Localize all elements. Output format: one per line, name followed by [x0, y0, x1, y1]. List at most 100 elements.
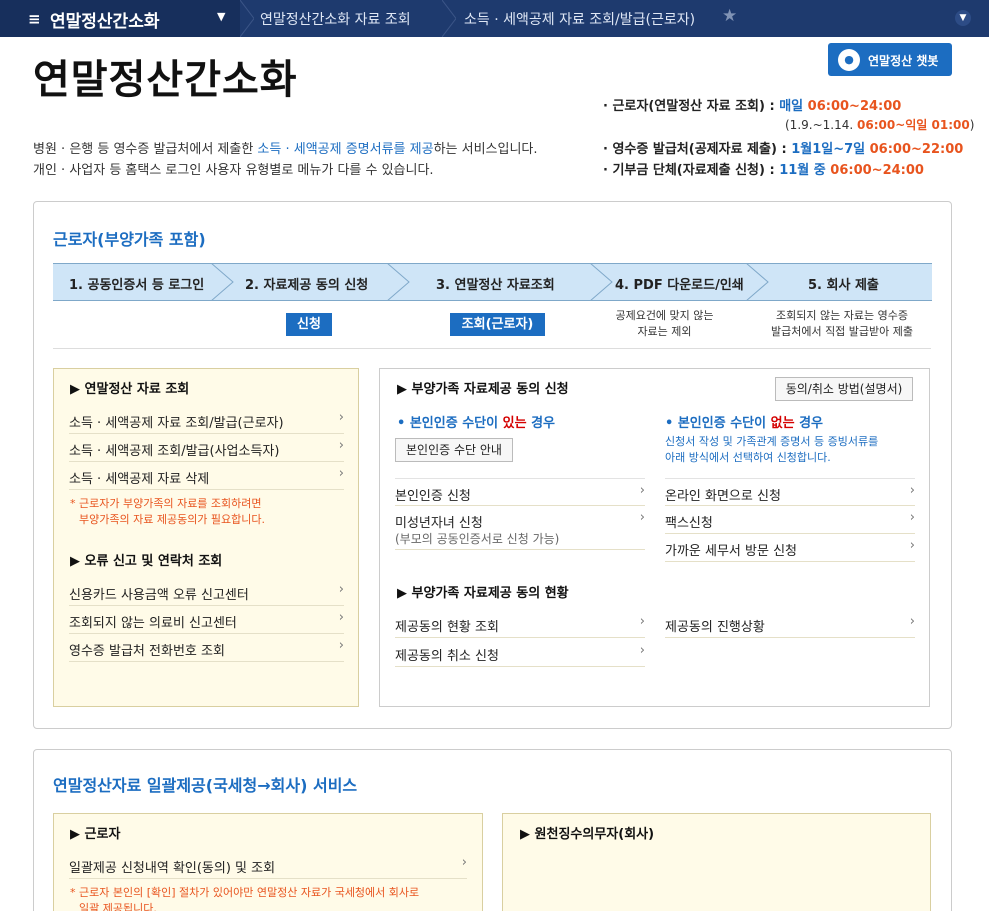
menu-item-label: 소득 · 세액공제 자료 조회/발급(근로자): [69, 416, 284, 431]
schedule-label: · 기부금 단체(자료제출 신청) :: [603, 163, 775, 178]
subheading-emphasis: 있는: [502, 416, 527, 431]
chevron-right-icon: ›: [338, 466, 344, 481]
intro-text: 병원 · 은행 등 영수증 발급처에서 제출한: [33, 142, 258, 157]
schedule-days: 11월 중: [779, 163, 826, 178]
chevron-right-icon: ›: [639, 614, 645, 629]
divider: [53, 348, 931, 349]
view-worker-button[interactable]: 조회(근로자): [450, 313, 545, 336]
heading-text: 부양가족 자료제공 동의 신청: [411, 382, 569, 397]
error-report-heading: ▶ 오류 신고 및 연락처 조회: [70, 554, 223, 569]
menu-item-label: 가까운 세무서 방문 신청: [665, 544, 797, 559]
intro-highlight: 소득 · 세액공제 증명서류를 제공: [257, 142, 434, 157]
step-chevron-icon: [387, 263, 410, 301]
schedule-worker: · 근로자(연말정산 자료 조회) : 매일 06:00~24:00: [603, 95, 901, 114]
heading-text: 근로자: [84, 827, 121, 842]
step-chevron-icon: [590, 263, 613, 301]
menu-item-card-error[interactable]: 신용카드 사용금액 오류 신고센터 ›: [69, 578, 344, 606]
hamburger-icon[interactable]: ≡: [28, 10, 41, 28]
breadcrumb-item-current[interactable]: 소득 · 세액공제 자료 조회/발급(근로자): [464, 9, 695, 29]
menu-item-bulk-confirm[interactable]: 일괄제공 신청내역 확인(동의) 및 조회 ›: [69, 851, 467, 879]
menu-item-fax-apply[interactable]: 팩스신청 ›: [665, 506, 915, 534]
menu-item-delete-deduction[interactable]: 소득 · 세액공제 자료 삭제 ›: [69, 462, 344, 490]
menu-item-label: 소득 · 세액공제 자료 삭제: [69, 472, 210, 487]
menu-item-label: 조회되지 않는 의료비 신고센터: [69, 616, 237, 631]
menu-item-label: 본인인증 신청: [395, 489, 471, 504]
step-chevron-icon: [211, 263, 234, 301]
page-title: 연말정산간소화: [33, 57, 298, 103]
step-5-note-line: 조회되지 않는 자료는 영수증: [776, 309, 908, 322]
breadcrumb-item-annual-settlement[interactable]: 연말정산간소화 자료 조회: [260, 9, 411, 29]
menu-item-online-apply[interactable]: 온라인 화면으로 신청 ›: [665, 478, 915, 506]
schedule-days: 1월1일~7일: [791, 142, 866, 157]
bulk-worker-heading: ▶ 근로자: [70, 827, 121, 842]
menu-title[interactable]: 연말정산간소화: [50, 7, 159, 32]
menu-item-label: 온라인 화면으로 신청: [665, 489, 781, 504]
favorite-star-icon[interactable]: ★: [722, 6, 737, 26]
chevron-right-icon: ›: [909, 538, 915, 553]
settlement-data-heading: ▶ 연말정산 자료 조회: [70, 382, 190, 397]
step-2: 2. 자료제공 동의 신청: [245, 278, 369, 293]
heading-text: 부양가족 자료제공 동의 현황: [411, 586, 569, 601]
chatbot-button[interactable]: ● 연말정산 챗봇: [828, 43, 952, 76]
note-line: 일괄 제공됩니다.: [79, 902, 157, 911]
menu-item-label: 제공동의 현황 조회: [395, 620, 499, 635]
menu-item-label: 제공동의 진행상황: [665, 620, 765, 635]
consent-status-heading: ▶ 부양가족 자료제공 동의 현황: [397, 586, 569, 601]
intro-line-2: 개인 · 사업자 등 홈택스 로그인 사용자 유형별로 메뉴가 다를 수 있습니…: [33, 163, 434, 178]
subheading-text: 경우: [794, 416, 823, 431]
chevron-right-icon: ›: [639, 483, 645, 498]
menu-item-label: 제공동의 취소 신청: [395, 649, 499, 664]
schedule-time: 06:00~22:00: [869, 142, 964, 157]
main-menu-dropdown[interactable]: ≡ 연말정산간소화 ▼: [0, 0, 240, 37]
chevron-right-icon: ›: [461, 855, 467, 870]
menu-item-worker-deduction[interactable]: 소득 · 세액공제 자료 조회/발급(근로자) ›: [69, 406, 344, 434]
subheading-emphasis: 없는: [770, 416, 795, 431]
consent-guide-button[interactable]: 동의/취소 방법(설명서): [775, 377, 913, 401]
menu-item-consent-cancel[interactable]: 제공동의 취소 신청 ›: [395, 639, 645, 667]
menu-item-medical-report[interactable]: 조회되지 않는 의료비 신고센터 ›: [69, 606, 344, 634]
top-navigation-bar: ≡ 연말정산간소화 ▼ 연말정산간소화 자료 조회 소득 · 세액공제 자료 조…: [0, 0, 989, 37]
menu-item-label: 영수증 발급처 전화번호 조회: [69, 644, 225, 659]
menu-item-business-deduction[interactable]: 소득 · 세액공제 조회/발급(사업소득자) ›: [69, 434, 344, 462]
auth-guide-button[interactable]: 본인인증 수단 안내: [395, 438, 513, 462]
schedule-label: · 근로자(연말정산 자료 조회) :: [603, 99, 775, 114]
menu-item-minor-apply[interactable]: 미성년자녀 신청 › (부모의 공동인증서로 신청 가능): [395, 506, 645, 550]
chevron-right-icon: ›: [909, 614, 915, 629]
note-line: * 근로자가 부양가족의 자료를 조회하려면: [70, 497, 262, 510]
step-5-note-line: 발급처에서 직접 발급받아 제출: [770, 325, 914, 338]
bulk-provision-title: 연말정산자료 일괄제공(국세청→회사) 서비스: [53, 776, 358, 795]
chevron-right-icon: ›: [338, 438, 344, 453]
step-chevron-icon: [746, 263, 769, 301]
menu-item-self-auth-apply[interactable]: 본인인증 신청 ›: [395, 478, 645, 506]
step-4-note-line: 자료는 제외: [637, 325, 692, 338]
expand-chevron-icon[interactable]: ▼: [955, 10, 971, 26]
minor-apply-subtext: (부모의 공동인증서로 신청 가능): [395, 532, 560, 546]
intro-line-1: 병원 · 은행 등 영수증 발급처에서 제출한 소득 · 세액공제 증명서류를 …: [33, 138, 538, 157]
chevron-down-icon[interactable]: ▼: [217, 10, 225, 23]
schedule-donation: · 기부금 단체(자료제출 신청) : 11월 중 06:00~24:00: [603, 159, 924, 178]
chevron-right-icon: ›: [338, 410, 344, 425]
breadcrumb-separator-icon: [442, 0, 456, 37]
step-4: 4. PDF 다운로드/인쇄: [615, 278, 744, 293]
step-3: 3. 연말정산 자료조회: [436, 278, 555, 293]
chevron-right-icon: ›: [338, 582, 344, 597]
menu-item-label: 미성년자녀 신청: [395, 516, 483, 531]
menu-item-consent-status[interactable]: 제공동의 현황 조회 ›: [395, 610, 645, 638]
chevron-right-icon: ›: [909, 510, 915, 525]
chevron-right-icon: ›: [909, 483, 915, 498]
step-1: 1. 공동인증서 등 로그인: [69, 278, 205, 293]
bulk-worker-note: * 근로자 본인의 [확인] 절차가 있어야만 연말정산 자료가 국세청에서 회…: [70, 885, 419, 911]
menu-item-tax-office-visit[interactable]: 가까운 세무서 방문 신청 ›: [665, 534, 915, 562]
menu-item-issuer-phone[interactable]: 영수증 발급처 전화번호 조회 ›: [69, 634, 344, 662]
process-steps: 1. 공동인증서 등 로그인 2. 자료제공 동의 신청 3. 연말정산 자료조…: [53, 263, 932, 301]
step-5-note: 조회되지 않는 자료는 영수증 발급처에서 직접 발급받아 제출: [752, 308, 932, 340]
chatbot-label: 연말정산 챗봇: [868, 54, 939, 68]
apply-button[interactable]: 신청: [286, 313, 332, 336]
chevron-right-icon: ›: [338, 638, 344, 653]
schedule-sub-text: (1.9.~1.14.: [785, 118, 854, 132]
schedule-label: · 영수증 발급처(공제자료 제출) :: [603, 142, 787, 157]
auth-unavailable-heading: • 본인인증 수단이 없는 경우: [665, 416, 823, 431]
auth-available-heading: • 본인인증 수단이 있는 경우: [397, 416, 555, 431]
step-5: 5. 회사 제출: [808, 278, 879, 293]
menu-item-consent-progress[interactable]: 제공동의 진행상황 ›: [665, 610, 915, 638]
